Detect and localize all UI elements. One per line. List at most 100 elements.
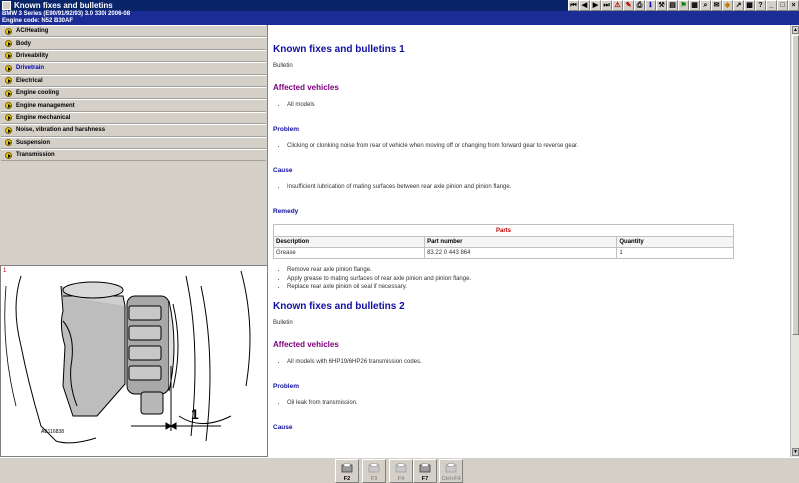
function-key-bar: F2 F3 F4 F7 Ctrl+F4 bbox=[0, 457, 799, 483]
parts-table-title: Parts bbox=[273, 224, 734, 237]
expand-arrow-icon bbox=[5, 27, 12, 35]
print-icon bbox=[340, 463, 354, 475]
list-item: All models bbox=[287, 101, 790, 109]
expand-arrow-icon bbox=[5, 77, 12, 85]
function-key-label: F4 bbox=[397, 476, 405, 482]
table-cell: 1 bbox=[616, 247, 734, 259]
category-item[interactable]: Engine cooling bbox=[1, 86, 266, 100]
close-document-icon bbox=[444, 463, 458, 475]
tools-icon bbox=[418, 463, 432, 475]
expand-arrow-icon bbox=[5, 52, 12, 60]
prev-icon[interactable]: ◀ bbox=[579, 0, 590, 11]
category-label: Driveability bbox=[16, 52, 49, 59]
last-icon[interactable]: ⏭ bbox=[601, 0, 612, 11]
search-icon[interactable]: ⌕ bbox=[700, 0, 711, 11]
scroll-down-icon[interactable]: ▼ bbox=[792, 448, 799, 456]
vehicle-header: BMW 3 Series (E90/91/92/93) 3.0 330i 200… bbox=[0, 11, 799, 25]
bulletin-type: Bulletin bbox=[273, 63, 293, 69]
warning-icon[interactable]: ⚠ bbox=[612, 0, 623, 11]
grid-icon[interactable]: ▩ bbox=[744, 0, 755, 11]
next-icon[interactable]: ▶ bbox=[590, 0, 601, 11]
expand-arrow-icon bbox=[5, 40, 12, 48]
figure-code: AB116838 bbox=[41, 429, 64, 435]
figure-callout: 1 bbox=[191, 406, 199, 422]
table-cell: 83.22 0 443 864 bbox=[424, 247, 618, 259]
list-item: Replace rear axle pinion oil seal if nec… bbox=[287, 283, 790, 292]
expand-arrow-icon bbox=[5, 126, 12, 134]
mail-icon[interactable]: ✉ bbox=[711, 0, 722, 11]
app-icon bbox=[2, 1, 11, 10]
category-item[interactable]: Noise, vibration and harshness bbox=[1, 124, 266, 137]
info-icon[interactable]: ℹ bbox=[645, 0, 656, 11]
flag-icon[interactable]: ⚑ bbox=[678, 0, 689, 11]
function-key-ctrl-f4[interactable]: Ctrl+F4 bbox=[439, 459, 463, 483]
bullet-list: Clicking or clonking noise from rear of … bbox=[287, 142, 790, 150]
scrollbar-thumb[interactable] bbox=[792, 35, 799, 335]
table-cell: Grease bbox=[272, 247, 426, 259]
content-scrollbar[interactable]: ▲ ▼ bbox=[790, 25, 799, 457]
maximize-icon[interactable]: □ bbox=[777, 0, 788, 11]
category-item[interactable]: Driveability bbox=[1, 49, 266, 63]
minimize-icon[interactable]: _ bbox=[766, 0, 777, 11]
note-icon[interactable]: ✎ bbox=[623, 0, 634, 11]
bullet-list: All models bbox=[287, 101, 790, 109]
bullet-list: Insufficient lubrication of mating surfa… bbox=[287, 183, 790, 191]
category-item[interactable]: Body bbox=[1, 37, 266, 50]
section-heading: Cause bbox=[273, 167, 293, 174]
category-label: Electrical bbox=[16, 77, 43, 84]
calc-icon[interactable]: ▦ bbox=[689, 0, 700, 11]
list-item: Clicking or clonking noise from rear of … bbox=[287, 142, 790, 150]
section-heading: Remedy bbox=[273, 208, 299, 215]
expand-arrow-icon bbox=[5, 102, 12, 110]
category-item[interactable]: Suspension bbox=[1, 136, 266, 149]
scroll-up-icon[interactable]: ▲ bbox=[792, 26, 799, 34]
title-bar: Known fixes and bulletins ⏮ ◀ ▶ ⏭ ⚠ ✎ ⎙ ℹ ⚒ ▤ ⚑ ▦ ⌕ ✉… bbox=[0, 0, 799, 11]
function-key-label: F2 bbox=[343, 476, 351, 482]
category-item[interactable]: Electrical bbox=[1, 74, 266, 87]
list-item: All models with 6HP19/6HP26 transmission… bbox=[287, 358, 790, 366]
category-item[interactable]: Transmission bbox=[1, 148, 266, 162]
tools-icon[interactable]: ⚒ bbox=[656, 0, 667, 11]
section-heading: Cause bbox=[273, 423, 293, 431]
bullet-list: All models with 6HP19/6HP26 transmission… bbox=[287, 358, 790, 366]
category-label: Suspension bbox=[16, 139, 51, 146]
list-item: Apply grease to mating surfaces of rear … bbox=[287, 275, 790, 284]
category-label: Engine cooling bbox=[16, 90, 59, 97]
book-icon[interactable]: ▤ bbox=[667, 0, 678, 11]
bulletin-title: Known fixes and bulletins 2 bbox=[273, 300, 405, 312]
arrow-icon[interactable]: ↗ bbox=[733, 0, 744, 11]
bulletin-type: Bulletin bbox=[273, 319, 293, 326]
table-row: Grease 83.22 0 443 864 1 bbox=[272, 247, 734, 259]
list-item: Oil leak from transmission. bbox=[287, 399, 790, 407]
window-title: Known fixes and bulletins bbox=[14, 1, 113, 10]
function-key-f3[interactable]: F3 bbox=[362, 459, 386, 483]
engine-code: Engine code: N52 B30AF bbox=[2, 18, 74, 24]
vehicle-model: BMW 3 Series (E90/91/92/93) 3.0 330i 200… bbox=[2, 11, 131, 17]
category-item[interactable]: Drivetrain bbox=[1, 62, 266, 75]
first-icon[interactable]: ⏮ bbox=[568, 0, 579, 11]
function-key-f4[interactable]: F4 bbox=[389, 459, 413, 483]
category-label: AC/Heating bbox=[16, 28, 49, 35]
category-label: Body bbox=[16, 40, 31, 47]
bulletin-content: Known fixes and bulletins 1 Bulletin Affec… bbox=[268, 25, 790, 457]
category-item[interactable]: Engine mechanical bbox=[1, 111, 266, 125]
category-label: Engine management bbox=[16, 102, 75, 109]
column-header: Description bbox=[272, 236, 426, 248]
tag-icon[interactable]: ◆ bbox=[722, 0, 733, 11]
expand-arrow-icon bbox=[5, 64, 12, 72]
help-icon[interactable]: ? bbox=[755, 0, 766, 11]
category-item[interactable]: AC/Heating bbox=[1, 25, 266, 38]
print-icon[interactable]: ⎙ bbox=[634, 0, 645, 11]
section-heading: Affected vehicles bbox=[273, 83, 339, 92]
category-label: Noise, vibration and harshness bbox=[16, 127, 106, 134]
close-icon[interactable]: × bbox=[788, 0, 799, 11]
function-key-f2[interactable]: F2 bbox=[335, 459, 359, 483]
list-item: Insufficient lubrication of mating surfa… bbox=[287, 183, 790, 191]
column-header: Quantity bbox=[616, 236, 734, 248]
parts-table: Parts Description Part number Quantity Greas… bbox=[272, 224, 734, 259]
category-item[interactable]: Engine management bbox=[1, 99, 266, 112]
function-key-label: Ctrl+F4 bbox=[441, 476, 461, 482]
category-label: Transmission bbox=[16, 152, 55, 159]
expand-arrow-icon bbox=[5, 114, 12, 122]
function-key-f7[interactable]: F7 bbox=[413, 459, 437, 483]
